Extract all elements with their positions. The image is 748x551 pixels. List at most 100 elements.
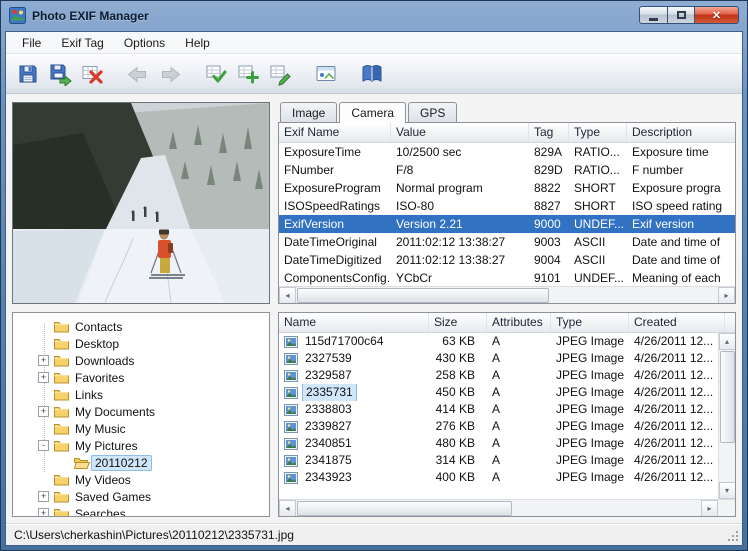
file-cell: 276 KB xyxy=(429,418,487,435)
scrollbar-thumb[interactable] xyxy=(720,351,735,443)
tree-item-desktop[interactable]: Desktop xyxy=(13,335,269,352)
top-row: Image Camera GPS Exif NameValueTagTypeDe… xyxy=(12,102,736,304)
file-row[interactable]: 2329587258 KBAJPEG Image4/26/2011 12... xyxy=(279,367,718,384)
file-cell: 4/26/2011 12... xyxy=(629,401,718,418)
minimize-button[interactable] xyxy=(639,6,668,24)
tree-label: 20110212 xyxy=(91,455,152,471)
tree-item-20110212[interactable]: 20110212 xyxy=(13,454,269,471)
exif-horizontal-scrollbar[interactable]: ◂ ▸ xyxy=(279,286,735,303)
resize-grip[interactable] xyxy=(727,530,740,543)
file-row[interactable]: 2335731450 KBAJPEG Image4/26/2011 12... xyxy=(279,384,718,401)
tree-expander[interactable]: + xyxy=(38,372,49,383)
tree-item-my-pictures[interactable]: -My Pictures xyxy=(13,437,269,454)
exif-row[interactable]: DateTimeOriginal2011:02:12 13:38:279003A… xyxy=(279,233,735,251)
file-row[interactable]: 2339827276 KBAJPEG Image4/26/2011 12... xyxy=(279,418,718,435)
exif-cell: UNDEF... xyxy=(569,215,627,233)
tree-expander[interactable]: + xyxy=(38,508,49,517)
tab-gps[interactable]: GPS xyxy=(408,102,457,122)
help-button[interactable] xyxy=(356,58,388,90)
file-row[interactable]: 2338803414 KBAJPEG Image4/26/2011 12... xyxy=(279,401,718,418)
exif-row[interactable]: ISOSpeedRatingsISO-808827SHORTISO speed … xyxy=(279,197,735,215)
scroll-up-icon[interactable]: ▴ xyxy=(719,333,736,350)
image-file-icon xyxy=(284,387,298,399)
tree-item-my-videos[interactable]: My Videos xyxy=(13,471,269,488)
exif-column-header[interactable]: Tag xyxy=(529,123,569,142)
file-row[interactable]: 115d71700c6463 KBAJPEG Image4/26/2011 12… xyxy=(279,333,718,350)
file-row[interactable]: 2341875314 KBAJPEG Image4/26/2011 12... xyxy=(279,452,718,469)
scroll-left-icon[interactable]: ◂ xyxy=(279,287,296,304)
file-cell: A xyxy=(487,333,551,350)
maximize-button[interactable] xyxy=(668,6,695,24)
validate-tag-button[interactable] xyxy=(200,58,232,90)
tree-expander[interactable]: + xyxy=(38,406,49,417)
exif-row[interactable]: DateTimeDigitized2011:02:12 13:38:279004… xyxy=(279,251,735,269)
menu-exif-tag[interactable]: Exif Tag xyxy=(51,33,113,53)
menu-help[interactable]: Help xyxy=(175,33,220,53)
tree-expander[interactable]: + xyxy=(38,355,49,366)
scroll-right-icon[interactable]: ▸ xyxy=(718,287,735,304)
close-button[interactable]: ✕ xyxy=(695,6,739,24)
exif-row[interactable]: ExposureTime10/2500 sec829ARATIO...Expos… xyxy=(279,143,735,161)
tree-item-contacts[interactable]: Contacts xyxy=(13,318,269,335)
file-row[interactable]: 2327539430 KBAJPEG Image4/26/2011 12... xyxy=(279,350,718,367)
files-horizontal-scrollbar[interactable]: ◂ ▸ xyxy=(279,499,718,516)
exif-column-header[interactable]: Type xyxy=(569,123,627,142)
tree-item-links[interactable]: Links xyxy=(13,386,269,403)
tree-item-searches[interactable]: +Searches xyxy=(13,505,269,517)
exif-row[interactable]: ComponentsConfig...YCbCr9101UNDEF...Mean… xyxy=(279,269,735,286)
files-vertical-scrollbar[interactable]: ▴ ▾ xyxy=(718,333,735,499)
undo-button[interactable] xyxy=(122,58,154,90)
scrollbar-thumb[interactable] xyxy=(297,501,512,516)
delete-tags-button[interactable] xyxy=(76,58,108,90)
status-path: C:\Users\cherkashin\Pictures\20110212\23… xyxy=(14,528,294,542)
tab-camera[interactable]: Camera xyxy=(339,102,406,123)
save-as-button[interactable] xyxy=(44,58,76,90)
scroll-right-icon[interactable]: ▸ xyxy=(701,500,718,517)
exif-column-header[interactable]: Value xyxy=(391,123,529,142)
exif-cell: 9004 xyxy=(529,251,569,269)
exif-cell: RATIO... xyxy=(569,161,627,179)
add-tag-button[interactable] xyxy=(232,58,264,90)
tab-image[interactable]: Image xyxy=(280,102,337,122)
image-file-icon xyxy=(284,421,298,433)
preview-panel-button[interactable] xyxy=(310,58,342,90)
exif-table: Exif NameValueTagTypeDescription Exposur… xyxy=(278,122,736,304)
menu-options[interactable]: Options xyxy=(114,33,175,53)
file-name: 2339827 xyxy=(302,418,355,435)
files-column-header[interactable]: Size xyxy=(429,313,487,332)
exif-column-header[interactable]: Exif Name xyxy=(279,123,391,142)
exif-row[interactable]: ExposureProgramNormal program8822SHORTEx… xyxy=(279,179,735,197)
files-table-body: 115d71700c6463 KBAJPEG Image4/26/2011 12… xyxy=(279,333,718,499)
save-button[interactable] xyxy=(12,58,44,90)
file-cell: JPEG Image xyxy=(551,350,629,367)
tree-expander[interactable]: - xyxy=(38,440,49,451)
tree-item-saved-games[interactable]: +Saved Games xyxy=(13,488,269,505)
redo-button[interactable] xyxy=(154,58,186,90)
validate-tag-icon xyxy=(204,62,228,86)
file-row[interactable]: 2340851480 KBAJPEG Image4/26/2011 12... xyxy=(279,435,718,452)
tree-label: My Documents xyxy=(71,404,159,420)
exif-column-header[interactable]: Description xyxy=(627,123,736,142)
scroll-left-icon[interactable]: ◂ xyxy=(279,500,296,517)
files-column-header[interactable]: Created xyxy=(629,313,725,332)
menu-file[interactable]: File xyxy=(12,33,51,53)
tree-expander[interactable]: + xyxy=(38,491,49,502)
tree-item-my-music[interactable]: My Music xyxy=(13,420,269,437)
exif-cell: 829A xyxy=(529,143,569,161)
exif-row[interactable]: FNumberF/8829DRATIO...F number xyxy=(279,161,735,179)
files-column-header[interactable]: Type xyxy=(551,313,629,332)
tree-item-my-documents[interactable]: + My Documents xyxy=(13,403,269,420)
scrollbar-thumb[interactable] xyxy=(297,288,549,303)
exif-cell: Exif version xyxy=(627,215,735,233)
file-row[interactable]: 2343923400 KBAJPEG Image4/26/2011 12... xyxy=(279,469,718,486)
scroll-down-icon[interactable]: ▾ xyxy=(719,482,736,499)
exif-cell: 9101 xyxy=(529,269,569,286)
tree-item-downloads[interactable]: +Downloads xyxy=(13,352,269,369)
files-column-header[interactable]: Name xyxy=(279,313,429,332)
exif-row[interactable]: ExifVersionVersion 2.219000UNDEF...Exif … xyxy=(279,215,735,233)
tree-item-favorites[interactable]: +Favorites xyxy=(13,369,269,386)
files-column-header[interactable]: Attributes xyxy=(487,313,551,332)
exif-area: Image Camera GPS Exif NameValueTagTypeDe… xyxy=(278,102,736,304)
edit-tag-button[interactable] xyxy=(264,58,296,90)
file-name-cell: 2341875 xyxy=(279,452,429,469)
